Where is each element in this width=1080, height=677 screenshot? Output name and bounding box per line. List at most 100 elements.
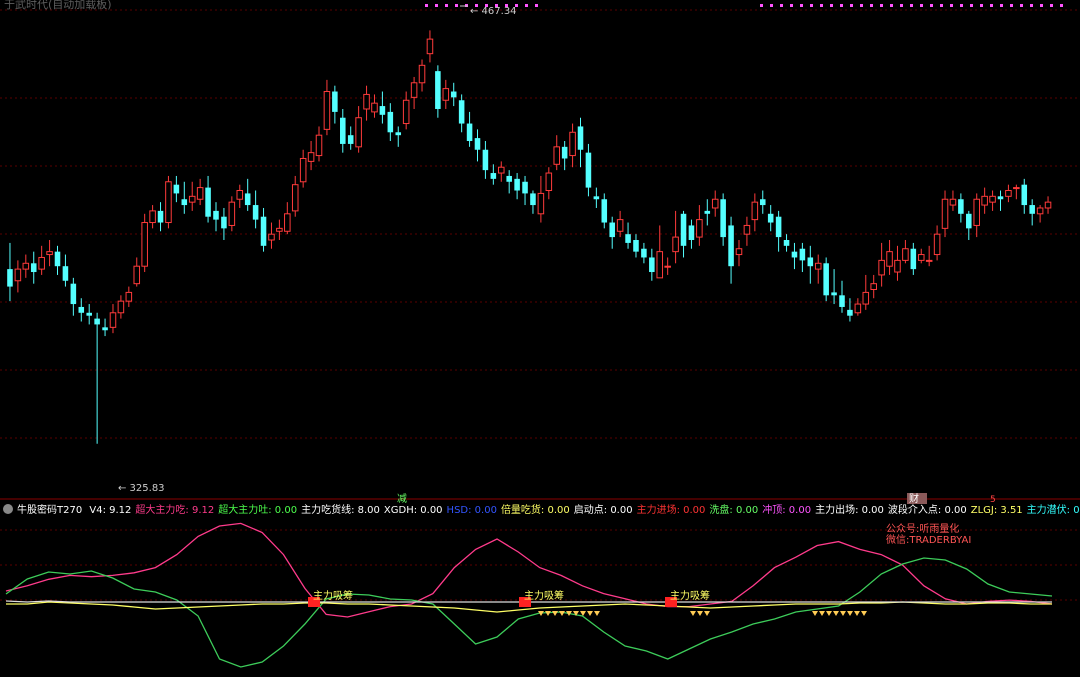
- candle-body: [466, 123, 473, 142]
- settings-gear-icon[interactable]: [3, 504, 13, 514]
- candle-body: [165, 181, 172, 224]
- candle-body: [497, 166, 505, 174]
- top-marker-dot: [1030, 4, 1033, 7]
- candle-body: [133, 265, 141, 285]
- candle-body: [585, 152, 592, 188]
- candle-body: [62, 266, 69, 281]
- low-price-label: ← 325.83: [118, 483, 165, 494]
- kline-chart[interactable]: ← 467.34← 325.83减财 5主力吸筹 主力吸筹 主力吸筹: [0, 0, 1080, 677]
- candle-body: [94, 318, 100, 325]
- accumulation-mark: [847, 611, 853, 616]
- candle-body: [188, 195, 196, 203]
- candle-body: [117, 300, 125, 314]
- top-marker-dot: [960, 4, 963, 7]
- candle-body: [1029, 205, 1035, 214]
- candle-body: [759, 199, 766, 206]
- candle-body: [878, 259, 885, 276]
- candle-body: [973, 198, 980, 226]
- candle-body: [268, 233, 275, 241]
- candle-body: [426, 38, 434, 55]
- candle-body: [102, 327, 108, 331]
- top-marker-dot: [810, 4, 813, 7]
- candle-body: [1036, 207, 1044, 215]
- accumulation-mark: [552, 611, 558, 616]
- candle-body: [839, 295, 845, 307]
- signal-label: 主力吸筹: [670, 589, 710, 602]
- green-indicator-line: [5, 557, 1053, 668]
- candle-body: [54, 251, 61, 267]
- candle-body: [577, 126, 584, 150]
- watermark: 公众号:听雨量化 微信:TRADERBYAI: [886, 524, 971, 546]
- accumulation-mark: [826, 611, 832, 616]
- candle-body: [735, 248, 743, 256]
- candle-body: [181, 199, 188, 206]
- candle-body: [807, 257, 814, 267]
- candle-body: [284, 213, 291, 232]
- candle-body: [213, 210, 219, 220]
- top-marker-dot: [850, 4, 853, 7]
- candle-body: [966, 213, 972, 229]
- accumulation-mark: [819, 611, 825, 616]
- candle-body: [109, 312, 117, 328]
- candle-body: [1021, 184, 1028, 206]
- top-marker-dot: [445, 4, 448, 7]
- indicator-item: V4: 9.12: [89, 505, 132, 516]
- candle-body: [506, 175, 512, 182]
- candle-body: [30, 263, 37, 273]
- candle-body: [395, 132, 402, 136]
- candle-body: [221, 216, 227, 229]
- candle-body: [522, 181, 528, 194]
- candle-body: [997, 196, 1004, 200]
- candle-body: [767, 213, 774, 223]
- top-marker-dot: [790, 4, 793, 7]
- accumulation-mark: [854, 611, 860, 616]
- candle-body: [363, 93, 370, 110]
- top-marker-dot: [1040, 4, 1043, 7]
- candle-body: [340, 117, 346, 144]
- candle-body: [7, 269, 13, 287]
- top-marker-dot: [860, 4, 863, 7]
- signal-label: 主力吸筹: [524, 589, 564, 602]
- candle-body: [751, 201, 759, 221]
- accumulation-mark: [812, 611, 818, 616]
- top-marker-dot: [950, 4, 953, 7]
- candle-body: [379, 106, 386, 115]
- candle-body: [332, 91, 338, 112]
- top-marker-dot: [1000, 4, 1003, 7]
- indicator-item: 主力出场: 0.00: [815, 505, 884, 516]
- top-marker-dot: [800, 4, 803, 7]
- candle-body: [902, 248, 909, 261]
- candle-body: [696, 219, 703, 238]
- candle-body: [886, 251, 893, 267]
- candle-body: [514, 178, 520, 191]
- accumulation-mark: [587, 611, 593, 616]
- top-marker-dot: [780, 4, 783, 7]
- candle-body: [593, 196, 600, 200]
- candle-body: [236, 190, 244, 200]
- candle-body: [569, 131, 576, 157]
- candle-body: [474, 138, 481, 150]
- candle-body: [791, 251, 798, 258]
- candle-body: [704, 210, 711, 214]
- candle-body: [941, 198, 949, 229]
- candle-body: [799, 248, 806, 261]
- top-marker-dot: [910, 4, 913, 7]
- candle-body: [1013, 187, 1020, 190]
- candle-body: [862, 291, 870, 305]
- candle-body: [537, 192, 545, 215]
- candle-body: [688, 225, 695, 240]
- candle-body: [402, 99, 410, 125]
- candle-body: [870, 283, 877, 290]
- candle-body: [831, 292, 837, 296]
- accumulation-mark: [594, 611, 600, 616]
- accumulation-mark: [559, 611, 565, 616]
- candle-body: [616, 219, 624, 232]
- indicator-item: HSD: 0.00: [446, 505, 497, 516]
- candle-body: [418, 64, 426, 84]
- indicator-name[interactable]: 牛股密码T270: [17, 505, 82, 516]
- top-marker-dot: [920, 4, 923, 7]
- candle-body: [450, 91, 457, 98]
- indicator-item: 主力潜伏: 0.00: [1026, 505, 1080, 516]
- indicator-item: 超大主力吃: 9.12: [135, 505, 215, 516]
- candle-body: [490, 173, 497, 179]
